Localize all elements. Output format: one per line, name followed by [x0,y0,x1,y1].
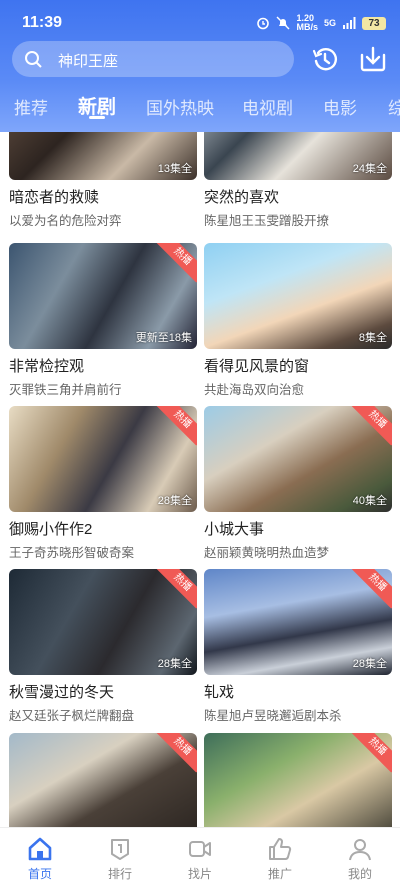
drama-subtitle: 以爱为名的危险对弈 [9,214,122,228]
drama-poster: 13集全 [9,132,197,180]
status-bar: 11:39 1.20 MB/s 5G 73 [0,0,400,40]
bottom-nav: 首页 排行 找片 推广 我的 [0,827,400,889]
search-placeholder: 神印王座 [58,53,119,70]
thumbs-up-icon [269,838,292,860]
drama-subtitle: 赵又廷张子枫烂牌翻盘 [9,709,135,723]
tab-variety[interactable]: 综 [388,94,400,119]
drama-grid: 13集全 暗恋者的救赎 以爱为名的危险对弈 24集全 突然的喜欢 陈星旭王玉雯蹭… [0,132,400,827]
drama-card[interactable]: 热播 28集全 御赐小仵作2 王子奇苏晓彤智破奇案 [9,406,197,561]
search-icon [25,51,42,68]
drama-title: 小城大事 [204,521,265,538]
drama-card[interactable]: 热播 40集全 小城大事 赵丽颖黄晓明热血造梦 [204,406,392,561]
drama-card[interactable]: 8集全 看得见风景的窗 共赴海岛双向治愈 [204,243,392,398]
drama-card[interactable]: 24集全 突然的喜欢 陈星旭王玉雯蹭股开撩 [204,132,392,229]
drama-card[interactable]: 热播 [9,733,197,827]
signal-label: 5G [323,18,336,28]
drama-poster: 热播 28集全 [9,569,197,675]
history-icon[interactable] [310,44,340,74]
nav-label: 找片 [187,867,212,881]
tab-tv-series[interactable]: 电视剧 [242,94,293,119]
status-time: 11:39 [22,14,63,31]
episode-count: 13集全 [157,163,192,175]
app-header: 11:39 1.20 MB/s 5G 73 神印王座 推荐 新剧 国外热映 电视剧… [0,0,400,132]
nav-promote[interactable]: 推广 [250,836,310,882]
drama-poster: 热播 28集全 [204,569,392,675]
nav-label: 我的 [347,867,372,881]
mute-icon [276,16,290,30]
drama-poster: 热播 更新至18集 [9,243,197,349]
ranking-icon [111,839,129,860]
tab-recommend[interactable]: 推荐 [14,94,48,119]
drama-card[interactable]: 热播 更新至18集 非常检控观 灭罪铁三角并肩前行 [9,243,197,398]
drama-title: 暗恋者的救赎 [9,189,100,206]
episode-count: 40集全 [352,495,387,507]
episode-count: 8集全 [358,332,387,344]
nav-ranking[interactable]: 排行 [90,836,150,882]
tab-new-drama[interactable]: 新剧 [78,92,116,119]
drama-title: 非常检控观 [9,358,85,375]
video-camera-icon [189,841,211,857]
drama-title: 轧戏 [204,684,235,701]
drama-poster: 热播 [204,733,392,827]
tab-movie[interactable]: 电影 [323,94,357,119]
home-icon [28,837,52,861]
nav-label: 首页 [27,867,52,881]
drama-subtitle: 王子奇苏晓彤智破奇案 [9,546,135,560]
nav-home[interactable]: 首页 [10,836,70,882]
drama-poster: 热播 [9,733,197,827]
drama-subtitle: 陈星旭王玉雯蹭股开撩 [204,214,330,228]
drama-card[interactable]: 热播 28集全 轧戏 陈星旭卢昱晓邂逅剧本杀 [204,569,392,724]
drama-subtitle: 陈星旭卢昱晓邂逅剧本杀 [204,709,342,723]
status-icons: 1.20 MB/s 5G 73 [256,14,386,32]
drama-subtitle: 共赴海岛双向治愈 [204,383,305,397]
episode-count: 24集全 [352,163,387,175]
episode-count: 更新至18集 [135,332,192,344]
drama-poster: 24集全 [204,132,392,180]
nav-label: 排行 [107,867,132,881]
drama-subtitle: 赵丽颖黄晓明热血造梦 [204,546,330,560]
drama-poster: 热播 40集全 [204,406,392,512]
tab-foreign-hits[interactable]: 国外热映 [146,94,214,119]
signal-icon [343,17,356,29]
drama-card[interactable]: 热播 [204,733,392,827]
category-tabs: 推荐 新剧 国外热映 电视剧 电影 综 [0,90,400,130]
drama-title: 秋雪漫过的冬天 [9,684,115,701]
drama-title: 突然的喜欢 [204,189,280,206]
alarm-icon [257,17,270,30]
nav-label: 推广 [267,867,292,881]
search-input[interactable]: 神印王座 [12,41,294,77]
nav-mine[interactable]: 我的 [330,836,390,882]
drama-card[interactable]: 13集全 暗恋者的救赎 以爱为名的危险对弈 [9,132,197,229]
nav-find[interactable]: 找片 [170,836,230,882]
drama-poster: 8集全 [204,243,392,349]
drama-title: 御赐小仵作2 [9,521,93,538]
user-icon [349,839,371,861]
episode-count: 28集全 [352,658,387,670]
drama-subtitle: 灭罪铁三角并肩前行 [9,383,122,397]
episode-count: 28集全 [157,495,192,507]
drama-card[interactable]: 热播 28集全 秋雪漫过的冬天 赵又廷张子枫烂牌翻盘 [9,569,197,724]
tab-indicator [89,116,105,119]
net-speed: 1.20 MB/s [296,13,318,32]
battery-icon: 73 [362,16,386,30]
download-icon[interactable] [358,44,388,74]
episode-count: 28集全 [157,658,192,670]
drama-title: 看得见风景的窗 [204,358,310,375]
drama-poster: 热播 28集全 [9,406,197,512]
